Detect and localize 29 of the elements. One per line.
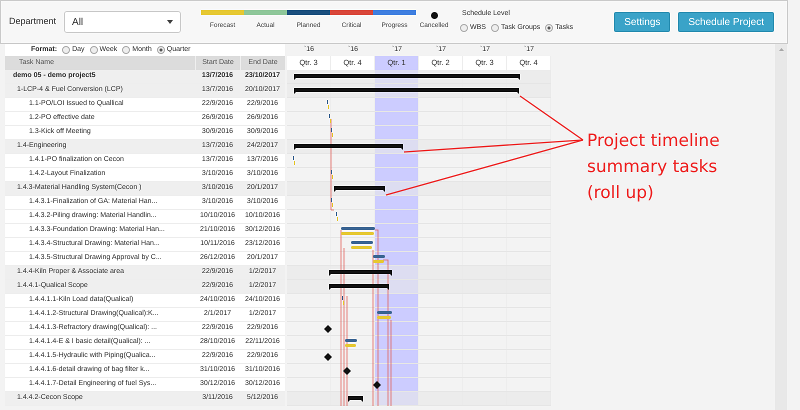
annotation-text: Project timeline summary tasks (roll up) bbox=[587, 130, 720, 205]
department-select[interactable]: All bbox=[64, 11, 182, 33]
summary-bar[interactable] bbox=[329, 270, 392, 276]
scrollbar[interactable] bbox=[775, 44, 787, 410]
task-tick[interactable] bbox=[331, 170, 333, 179]
task-bar[interactable] bbox=[351, 241, 373, 249]
milestone-diamond[interactable] bbox=[373, 381, 381, 389]
summary-bar[interactable] bbox=[348, 396, 363, 402]
summary-bar[interactable] bbox=[329, 284, 389, 290]
milestone-diamond[interactable] bbox=[324, 353, 332, 361]
department-label: Department bbox=[9, 15, 56, 28]
task-bar[interactable] bbox=[373, 255, 385, 263]
caret-icon bbox=[167, 20, 174, 24]
task-tick[interactable] bbox=[342, 296, 344, 305]
task-tick[interactable] bbox=[293, 156, 295, 165]
task-tick[interactable] bbox=[336, 212, 338, 221]
task-tick[interactable] bbox=[331, 128, 333, 137]
task-bar[interactable] bbox=[345, 339, 357, 347]
milestone-diamond[interactable] bbox=[343, 367, 351, 375]
task-tick[interactable] bbox=[331, 198, 333, 207]
task-bar[interactable] bbox=[377, 311, 392, 319]
task-tick[interactable] bbox=[327, 100, 329, 109]
summary-bar[interactable] bbox=[294, 88, 519, 94]
summary-bar[interactable] bbox=[294, 74, 520, 80]
summary-bar[interactable] bbox=[334, 186, 385, 192]
summary-bar[interactable] bbox=[294, 144, 403, 150]
task-bar[interactable] bbox=[341, 227, 375, 235]
task-tick[interactable] bbox=[329, 114, 331, 123]
milestone-diamond[interactable] bbox=[324, 325, 332, 333]
